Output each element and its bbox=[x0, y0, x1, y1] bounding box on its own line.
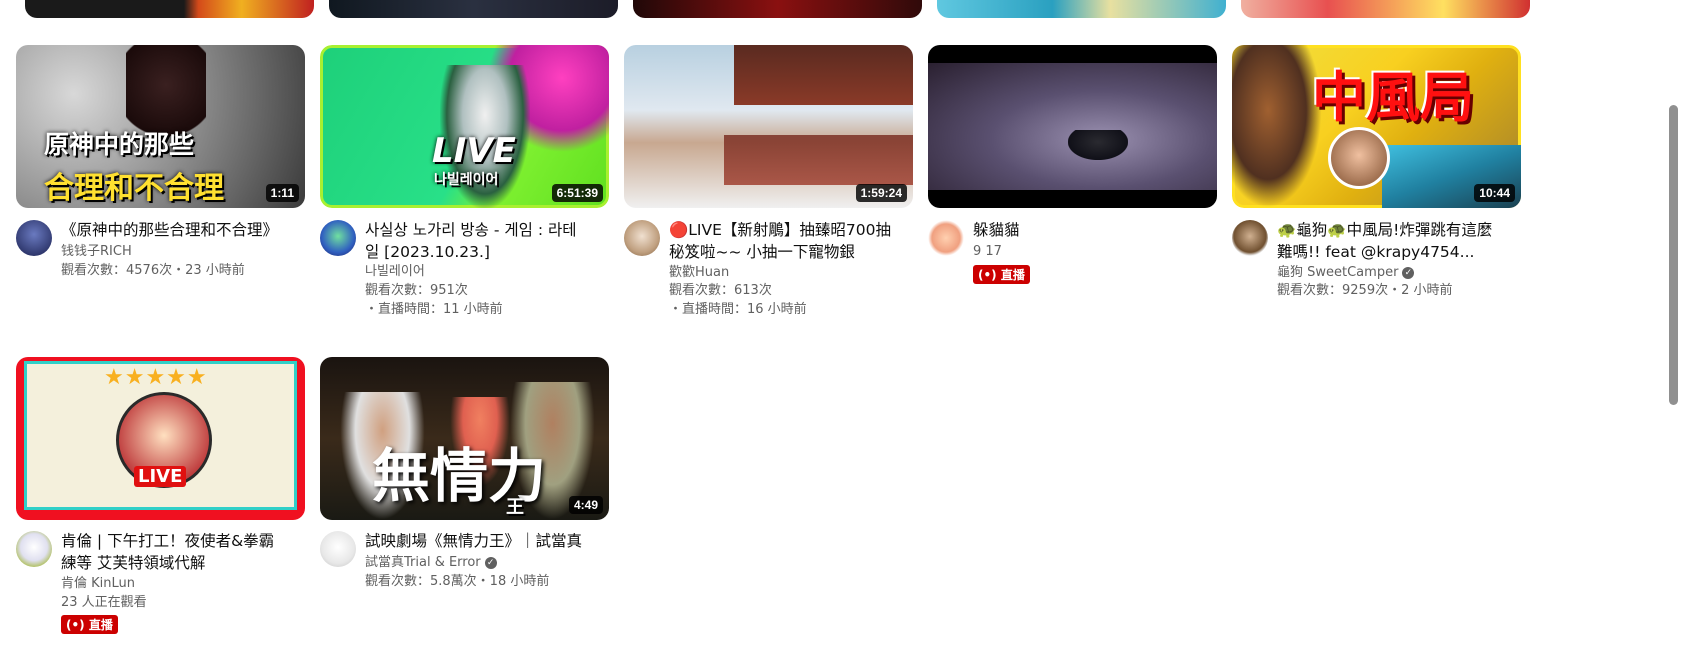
video-thumbnail[interactable]: 原神中的那些 合理和不合理 1:11 bbox=[16, 45, 305, 208]
thumbnail-art-scene bbox=[928, 63, 1217, 190]
channel-avatar[interactable] bbox=[16, 531, 52, 567]
video-thumbnail-partial[interactable] bbox=[633, 0, 922, 18]
video-stats: 觀看次數：951次 bbox=[365, 283, 468, 298]
video-thumbnail-partial[interactable] bbox=[329, 0, 618, 18]
channel-name-row: 試當真Trial & Error ✓ bbox=[365, 553, 497, 573]
channel-avatar[interactable] bbox=[320, 220, 356, 256]
thumbnail-overlay-text: 나빌레이어 bbox=[434, 172, 499, 188]
channel-avatar[interactable] bbox=[1232, 220, 1268, 256]
channel-avatar[interactable] bbox=[16, 220, 52, 256]
live-badge-label: 直播 bbox=[1000, 268, 1025, 282]
channel-name[interactable]: 歡歡Huan bbox=[669, 263, 729, 283]
video-stats: 觀看次數：613次 bbox=[669, 283, 772, 298]
thumbnail-art-bowl bbox=[1068, 130, 1128, 160]
duration-badge: 4:49 bbox=[568, 496, 603, 514]
video-thumbnail[interactable]: LIVE 나빌레이어 6:51:39 bbox=[320, 45, 609, 208]
video-stream-time: ・直播時間：11 小時前 bbox=[365, 302, 503, 317]
video-thumbnail[interactable]: 無情力 王 4:49 bbox=[320, 357, 609, 520]
thumbnail-art-stars: ★★★★★ bbox=[104, 364, 208, 389]
thumbnail-overlay-text: 中風局 bbox=[1312, 66, 1474, 129]
duration-badge: 6:51:39 bbox=[551, 184, 603, 202]
channel-name[interactable]: 钱钱子RICH bbox=[61, 242, 132, 262]
video-title[interactable]: 肯倫 | 下午打工！夜使者&拳霸練等 艾芙特領域代解 bbox=[61, 530, 286, 574]
duration-badge: 1:59:24 bbox=[855, 184, 907, 202]
thumbnail-overlay-text: 原神中的那些 bbox=[44, 130, 195, 159]
video-stream-time: ・直播時間：16 小時前 bbox=[669, 302, 807, 317]
thumbnail-overlay-text: 王 bbox=[506, 497, 524, 518]
thumbnail-art-character bbox=[1232, 45, 1322, 208]
live-icon: (•) bbox=[66, 618, 85, 632]
video-thumbnail[interactable]: 中風局 10:44 bbox=[1232, 45, 1521, 208]
channel-avatar[interactable] bbox=[928, 220, 964, 256]
live-badge: (•) 直播 bbox=[973, 265, 1030, 284]
duration-badge: 1:11 bbox=[265, 184, 299, 202]
verified-icon: ✓ bbox=[1402, 266, 1415, 279]
video-title[interactable]: 🐢龜狗🐢中風局!炸彈跳有這麼難嗎!! feat @krapy4754... bbox=[1277, 219, 1499, 263]
video-title[interactable]: 《原神中的那些合理和不合理》 bbox=[61, 219, 301, 241]
video-thumbnail-partial[interactable] bbox=[1241, 0, 1530, 18]
video-thumbnail-partial[interactable] bbox=[25, 0, 314, 18]
video-stats: 觀看次數：5.8萬次・18 小時前 bbox=[365, 574, 550, 589]
video-title[interactable]: 사실상 노가리 방송 - 게임 : 라테일 [2023.10.23.] bbox=[365, 219, 580, 263]
channel-name[interactable]: 肯倫 KinLun bbox=[61, 574, 135, 594]
video-stats: 觀看次數：9259次・2 小時前 bbox=[1277, 283, 1453, 298]
video-title[interactable]: 躲貓貓 bbox=[973, 219, 1203, 241]
video-thumbnail-partial[interactable] bbox=[937, 0, 1226, 18]
video-thumbnail[interactable] bbox=[928, 45, 1217, 208]
channel-name[interactable]: 9 17 bbox=[973, 242, 1002, 262]
video-title[interactable]: 試映劇場《無情力王》｜試當真 bbox=[365, 530, 600, 552]
channel-avatar[interactable] bbox=[320, 531, 356, 567]
channel-name[interactable]: 試當真Trial & Error bbox=[365, 555, 481, 570]
thumbnail-art-face bbox=[1328, 127, 1390, 189]
thumbnail-overlay-text: LIVE bbox=[432, 131, 516, 171]
channel-name-row: 龜狗 SweetCamper ✓ bbox=[1277, 263, 1415, 283]
verified-icon: ✓ bbox=[484, 556, 497, 569]
video-thumbnail[interactable]: ★★★★★ LIVE bbox=[16, 357, 305, 520]
video-thumbnail[interactable]: 1:59:24 bbox=[624, 45, 913, 208]
duration-badge: 10:44 bbox=[1474, 184, 1515, 202]
channel-avatar[interactable] bbox=[624, 220, 660, 256]
video-stats: 觀看次數：4576次・23 小時前 bbox=[61, 263, 245, 278]
thumbnail-art-railing bbox=[724, 135, 913, 185]
thumbnail-overlay-text: 合理和不合理 bbox=[44, 171, 224, 206]
live-badge-label: 直播 bbox=[88, 618, 113, 632]
viewer-count: 23 人正在觀看 bbox=[61, 595, 147, 610]
live-icon: (•) bbox=[978, 268, 997, 282]
channel-name[interactable]: 龜狗 SweetCamper bbox=[1277, 265, 1398, 280]
thumbnail-art-pavilion bbox=[734, 45, 913, 105]
scrollbar-thumb[interactable] bbox=[1669, 105, 1678, 405]
live-badge: (•) 直播 bbox=[61, 615, 118, 634]
video-title[interactable]: 🔴LIVE【新射鵰】抽臻昭700抽 秘笈啦~~ 小抽一下寵物銀釵.48... bbox=[669, 219, 894, 263]
thumbnail-overlay-text: LIVE bbox=[134, 466, 187, 487]
channel-name[interactable]: 나빌레이어 bbox=[365, 262, 425, 282]
